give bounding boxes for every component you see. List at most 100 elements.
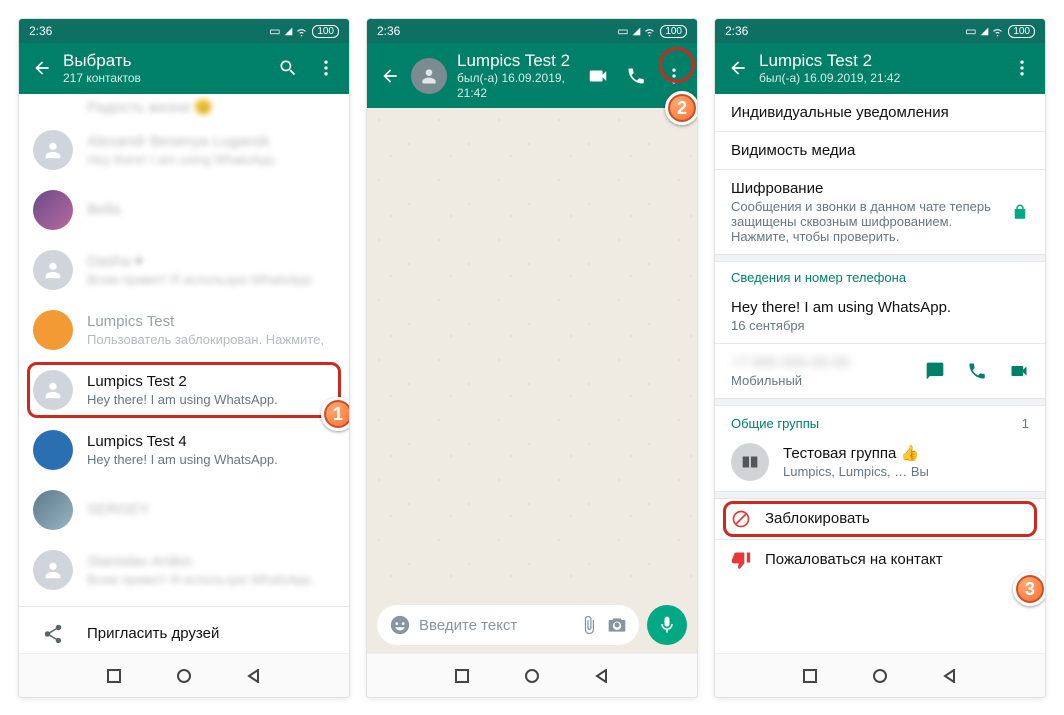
contact-name: Dasha ♥ — [87, 253, 335, 270]
nav-recents-icon[interactable] — [107, 669, 121, 683]
report-contact[interactable]: Пожаловаться на контакт — [715, 540, 1045, 580]
nav-recents-icon[interactable] — [455, 669, 469, 683]
back-icon[interactable] — [727, 57, 749, 79]
emoji-icon[interactable] — [389, 614, 411, 636]
title-block[interactable]: Lumpics Test 2 был(-а) 16.09.2019, 21:42 — [457, 51, 577, 100]
signal-icon: ◢ — [285, 26, 292, 37]
list-item[interactable]: Bella — [19, 180, 349, 240]
page-subtitle: 217 контактов — [63, 71, 267, 85]
message-input[interactable]: Введите текст — [377, 605, 639, 645]
appbar-details: Lumpics Test 2 был(-а) 16.09.2019, 21:42 — [715, 43, 1045, 94]
search-icon[interactable] — [277, 57, 299, 79]
details-list: Индивидуальные уведомления Видимость мед… — [715, 94, 1045, 653]
custom-notifications[interactable]: Индивидуальные уведомления — [715, 94, 1045, 131]
statusbar: 2:36 ▭ ◢ 100 — [367, 19, 697, 43]
title-block: Выбрать 217 контактов — [63, 51, 267, 86]
avatar — [33, 490, 73, 530]
more-icon[interactable] — [315, 57, 337, 79]
vibrate-icon: ▭ — [269, 24, 280, 38]
list-item-lumpics-test-2[interactable]: Lumpics Test 2 Hey there! I am using Wha… — [19, 360, 349, 420]
list-item[interactable]: SERGEY — [19, 480, 349, 540]
groups-count: 1 — [1022, 416, 1029, 431]
list-item[interactable]: Lumpics Test Пользователь заблокирован. … — [19, 300, 349, 360]
invite-friends[interactable]: Пригласить друзей — [19, 613, 349, 653]
nav-home-icon[interactable] — [873, 669, 887, 683]
phone-number: +7 900 000-00-00 — [731, 354, 911, 371]
wifi-icon — [991, 25, 1004, 38]
videocall-icon[interactable] — [1009, 361, 1029, 381]
avatar — [33, 190, 73, 230]
contact-name: Lumpics Test — [87, 313, 335, 330]
call-icon[interactable] — [625, 65, 647, 87]
clock: 2:36 — [377, 24, 400, 38]
nav-home-icon[interactable] — [525, 669, 539, 683]
chat-messages[interactable] — [367, 108, 697, 597]
call-icon[interactable] — [967, 361, 987, 381]
phone-type: Мобильный — [731, 373, 911, 388]
divider — [715, 491, 1045, 499]
callout-badge-3: 3 — [1013, 572, 1046, 606]
list-item[interactable]: Dasha ♥ Всем привет! Я использую WhatsAp… — [19, 240, 349, 300]
about-row[interactable]: Hey there! I am using WhatsApp. 16 сентя… — [715, 289, 1045, 343]
group-avatar — [731, 443, 769, 481]
chat-title: Lumpics Test 2 — [457, 51, 577, 71]
block-icon — [731, 509, 751, 529]
list-item[interactable]: Stanislav Anikin Всем привет! Я использу… — [19, 540, 349, 600]
group-row[interactable]: Тестовая группа 👍 Lumpics, Lumpics, … Вы — [715, 433, 1045, 491]
videocall-icon[interactable] — [587, 65, 609, 87]
details-subtitle: был(-а) 16.09.2019, 21:42 — [759, 71, 1001, 85]
list-item[interactable]: Alexandr Besenya Lugansk Hey there! I am… — [19, 120, 349, 180]
more-icon[interactable] — [1011, 57, 1033, 79]
report-label: Пожаловаться на контакт — [765, 551, 1029, 568]
section-groups: Общие группы — [731, 416, 1008, 431]
contact-status: Всем привет! Я использую WhatsApp. — [87, 272, 335, 287]
nav-recents-icon[interactable] — [803, 669, 817, 683]
contact-status: Всем привет! Я использую WhatsApp. — [87, 572, 335, 587]
nav-back-icon[interactable] — [247, 669, 261, 683]
invite-label: Пригласить друзей — [87, 625, 335, 642]
attach-icon[interactable] — [579, 615, 599, 635]
last-seen: был(-а) 16.09.2019, 21:42 — [457, 71, 577, 100]
statusbar: 2:36 ▭ ◢ 100 — [715, 19, 1045, 43]
phone-chat: 2:36 ▭ ◢ 100 Lumpics Test 2 был(-а) 16.0… — [366, 18, 698, 698]
nav-home-icon[interactable] — [177, 669, 191, 683]
camera-icon[interactable] — [607, 615, 627, 635]
status-icons: ▭ ◢ 100 — [965, 24, 1035, 38]
appbar-chat: Lumpics Test 2 был(-а) 16.09.2019, 21:42 — [367, 43, 697, 108]
title-block: Lumpics Test 2 был(-а) 16.09.2019, 21:42 — [759, 51, 1001, 86]
encryption-body: Сообщения и звонки в данном чате теперь … — [731, 199, 997, 244]
block-contact[interactable]: Заблокировать — [715, 499, 1045, 539]
nav-back-icon[interactable] — [943, 669, 957, 683]
contact-status: Пользователь заблокирован. Нажмите, — [87, 332, 335, 347]
back-icon[interactable] — [379, 65, 401, 87]
divider — [715, 254, 1045, 262]
message-icon[interactable] — [925, 361, 945, 381]
section-about: Сведения и номер телефона — [715, 262, 1045, 289]
clock: 2:36 — [725, 24, 748, 38]
avatar[interactable] — [411, 58, 447, 94]
status-icons: ▭ ◢ 100 — [617, 24, 687, 38]
input-placeholder: Введите текст — [419, 617, 571, 634]
clock: 2:36 — [29, 24, 52, 38]
media-visibility[interactable]: Видимость медиа — [715, 132, 1045, 169]
back-icon[interactable] — [31, 57, 53, 79]
phone-row[interactable]: +7 900 000-00-00 Мобильный — [715, 344, 1045, 398]
signal-icon: ◢ — [981, 26, 988, 37]
page-title: Выбрать — [63, 51, 267, 71]
lock-icon — [1011, 203, 1029, 221]
avatar — [33, 430, 73, 470]
avatar — [33, 370, 73, 410]
contact-name: Радость жизни 😊 — [87, 98, 335, 116]
list-item[interactable]: Lumpics Test 4 Hey there! I am using Wha… — [19, 420, 349, 480]
voice-record-button[interactable] — [647, 605, 687, 645]
contact-name: Lumpics Test 4 — [87, 433, 335, 450]
group-members: Lumpics, Lumpics, … Вы — [783, 464, 1029, 479]
navbar — [715, 653, 1045, 697]
battery-icon: 100 — [660, 25, 687, 38]
more-icon[interactable] — [663, 65, 685, 87]
wifi-icon — [643, 25, 656, 38]
statusbar: 2:36 ▭ ◢ 100 — [19, 19, 349, 43]
nav-back-icon[interactable] — [595, 669, 609, 683]
encryption[interactable]: Шифрование Сообщения и звонки в данном ч… — [715, 170, 1045, 254]
list-item[interactable]: Радость жизни 😊 — [19, 94, 349, 120]
